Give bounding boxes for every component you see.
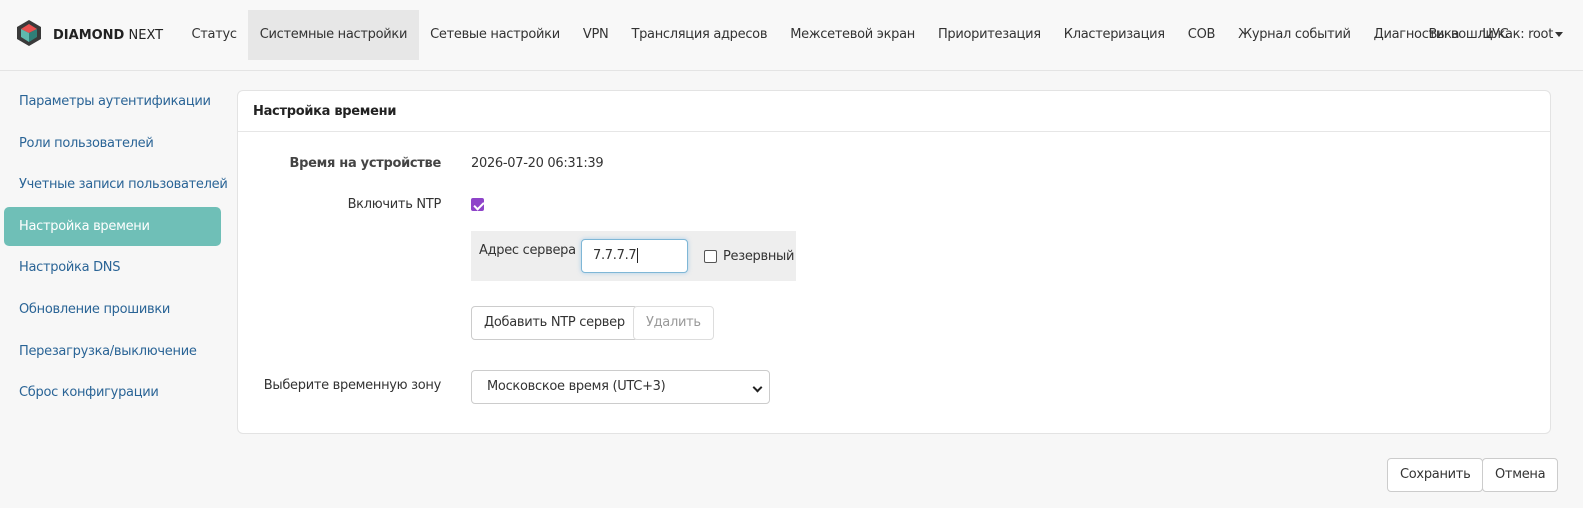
timezone-select[interactable]: Московское время (UTC+3) xyxy=(471,370,770,404)
nav-item-1[interactable]: Системные настройки xyxy=(248,10,419,60)
sidebar-item-5[interactable]: Обновление прошивки xyxy=(4,290,221,329)
server-address-input[interactable]: 7.7.7.7 xyxy=(581,239,688,273)
ntp-server-row: Адрес сервера 7.7.7.7 Резервный xyxy=(471,231,796,281)
top-navbar: DIAMOND NEXT Статус Системные настройки Се… xyxy=(0,0,1583,71)
server-address-value: 7.7.7.7 xyxy=(593,248,637,263)
nav-item-7[interactable]: Кластеризация xyxy=(1052,10,1176,60)
time-settings-panel: Настройка времени Время на устройстве 20… xyxy=(237,90,1551,434)
sidebar-item-4[interactable]: Настройка DNS xyxy=(4,248,221,287)
main-nav: Статус Системные настройки Сетевые настрой… xyxy=(180,10,1520,60)
nav-item-8[interactable]: СОВ xyxy=(1176,10,1226,60)
nav-item-4[interactable]: Трансляция адресов xyxy=(620,10,779,60)
timezone-value: Московское время (UTC+3) xyxy=(487,379,666,394)
delete-button[interactable]: Удалить xyxy=(633,306,714,340)
sidebar-item-2[interactable]: Учетные записи пользователей xyxy=(4,165,228,204)
sidebar-item-0[interactable]: Параметры аутентификации xyxy=(4,82,221,121)
add-ntp-server-button[interactable]: Добавить NTP сервер xyxy=(471,306,638,340)
device-time-value: 2026-07-20 06:31:39 xyxy=(471,156,604,171)
user-menu-label: Вы вошли как: root xyxy=(1428,27,1553,42)
chevron-down-icon xyxy=(752,382,763,393)
brand-name: DIAMOND NEXT xyxy=(53,27,164,43)
sidebar-item-6[interactable]: Перезагрузка/выключение xyxy=(4,332,221,371)
server-address-label: Адрес сервера xyxy=(479,243,576,258)
sidebar-item-7[interactable]: Сброс конфигурации xyxy=(4,373,221,412)
nav-item-6[interactable]: Приоритезация xyxy=(926,10,1052,60)
device-time-label: Время на устройстве xyxy=(289,156,442,171)
user-menu[interactable]: Вы вошли как: root xyxy=(1428,10,1563,60)
diamond-logo-icon xyxy=(15,19,43,51)
nav-item-9[interactable]: Журнал событий xyxy=(1227,10,1363,60)
reserve-checkbox[interactable] xyxy=(704,250,717,263)
nav-item-3[interactable]: VPN xyxy=(571,10,620,60)
cancel-button[interactable]: Отмена xyxy=(1482,458,1559,492)
reserve-label[interactable]: Резервный xyxy=(723,249,794,264)
nav-item-5[interactable]: Межсетевой экран xyxy=(779,10,927,60)
panel-title: Настройка времени xyxy=(238,91,1550,132)
save-button[interactable]: Сохранить xyxy=(1387,458,1484,492)
brand[interactable]: DIAMOND NEXT xyxy=(15,20,163,50)
sidebar: Параметры аутентификации Роли пользовател… xyxy=(4,82,228,415)
timezone-label: Выберите временную зону xyxy=(263,378,442,393)
sidebar-item-3[interactable]: Настройка времени xyxy=(4,206,221,246)
ntp-enable-label: Включить NTP xyxy=(347,197,442,212)
caret-down-icon xyxy=(1555,32,1563,37)
sidebar-item-1[interactable]: Роли пользователей xyxy=(4,124,221,163)
ntp-enable-checkbox[interactable] xyxy=(471,198,484,211)
nav-item-0[interactable]: Статус xyxy=(180,10,248,60)
nav-item-2[interactable]: Сетевые настройки xyxy=(419,10,572,60)
